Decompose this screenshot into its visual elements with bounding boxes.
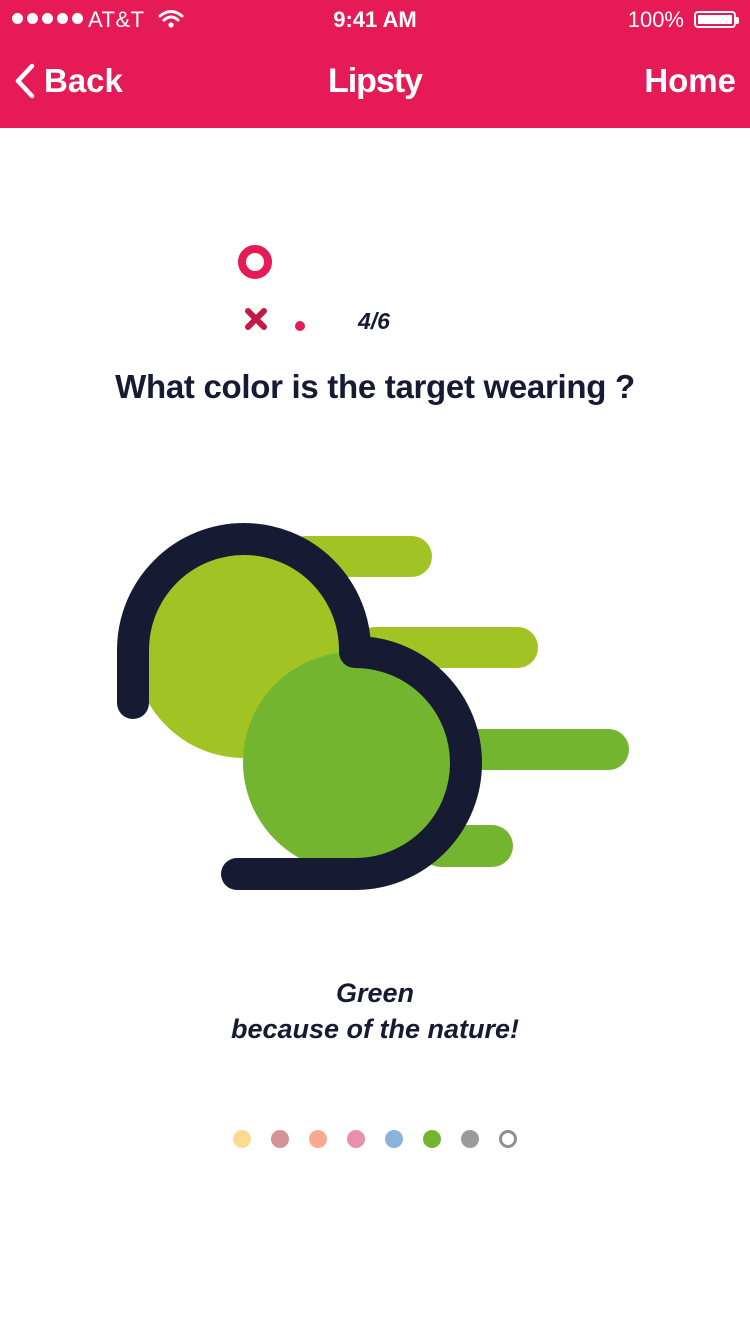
status-bar: AT&T 9:41 AM 100% (0, 0, 750, 40)
color-option-green[interactable] (423, 1130, 441, 1148)
color-option-mauve[interactable] (271, 1130, 289, 1148)
color-option-yellow[interactable] (233, 1130, 251, 1148)
ring-icon (238, 245, 272, 279)
color-option-white[interactable] (499, 1130, 517, 1148)
answer-color: Green (335, 978, 415, 1008)
battery-icon (694, 11, 739, 28)
progress-counter: 4/6 (358, 308, 390, 334)
cross-icon (245, 308, 267, 330)
header-bar: AT&T 9:41 AM 100% Back Lipsty Home (0, 0, 750, 128)
answer-text: Green because of the nature! (0, 975, 750, 1047)
chevron-left-icon (15, 63, 35, 99)
target-color-illustration (117, 523, 629, 890)
answer-reason: because of the nature! (230, 1014, 520, 1044)
color-option-pager (0, 1130, 750, 1148)
color-option-pink[interactable] (347, 1130, 365, 1148)
color-option-blue[interactable] (385, 1130, 403, 1148)
color-option-salmon[interactable] (309, 1130, 327, 1148)
back-button-label: Back (44, 62, 123, 99)
home-button[interactable]: Home (644, 62, 736, 100)
back-button[interactable]: Back (14, 62, 123, 100)
question-title: What color is the target wearing ? (115, 368, 635, 405)
progress-dot-icon (295, 321, 305, 331)
battery-percentage: 100% (627, 7, 684, 32)
color-option-gray[interactable] (461, 1130, 479, 1148)
